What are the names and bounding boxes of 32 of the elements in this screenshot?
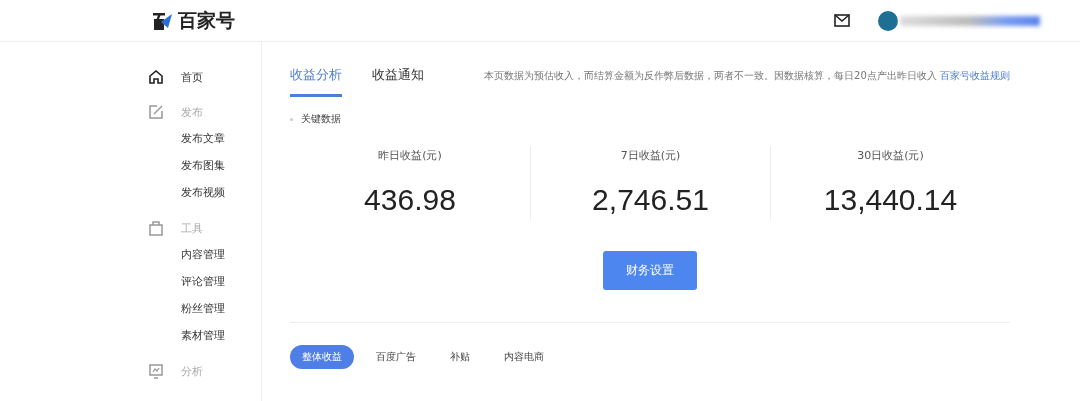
sidebar-subitem[interactable]: 发布图集 [181, 152, 261, 179]
logo-text: 百家号 [178, 7, 235, 33]
section-title: 关键数据 [301, 112, 341, 126]
stat-label: 昨日收益(元) [378, 148, 442, 163]
mail-icon[interactable] [834, 14, 850, 27]
sidebar-subitem[interactable]: 粉丝管理 [181, 295, 261, 322]
stat-label: 7日收益(元) [620, 148, 681, 163]
filter-pill[interactable]: 整体收益 [290, 345, 354, 369]
bag-icon [148, 220, 164, 236]
filter-pill[interactable]: 内容电商 [492, 345, 556, 369]
finance-settings-button[interactable]: 财务设置 [603, 251, 697, 290]
sidebar-subitem[interactable]: 发布视频 [181, 179, 261, 206]
sidebar-subitem[interactable]: 内容管理 [181, 241, 261, 268]
sidebar-item[interactable]: 首页 [181, 69, 203, 85]
chart-icon [148, 363, 164, 379]
filter-pill[interactable]: 补贴 [438, 345, 482, 369]
stat-value: 2,746.51 [592, 183, 709, 217]
tab[interactable]: 收益通知 [372, 62, 424, 97]
notice-text: 本页数据为预估收入，而结算金额为反作弊后数据，两者不一致。因数据核算，每日20点产出昨日收入 百家号收益规则 [484, 69, 1010, 83]
stat-value: 13,440.14 [823, 183, 958, 217]
sidebar-subitem[interactable]: 素材管理 [181, 322, 261, 349]
home-icon [148, 69, 164, 85]
stat-value: 436.98 [364, 183, 456, 217]
filter-pill[interactable]: 百度广告 [364, 345, 428, 369]
rules-link[interactable]: 百家号收益规则 [940, 70, 1010, 81]
tab[interactable]: 收益分析 [290, 62, 342, 97]
logo-icon [152, 10, 174, 31]
sidebar-subitem[interactable]: 评论管理 [181, 268, 261, 295]
sidebar-subitem[interactable]: 发布文章 [181, 125, 261, 152]
avatar[interactable] [878, 10, 898, 31]
edit-icon [148, 104, 164, 120]
stat-label: 30日收益(元) [857, 148, 924, 163]
